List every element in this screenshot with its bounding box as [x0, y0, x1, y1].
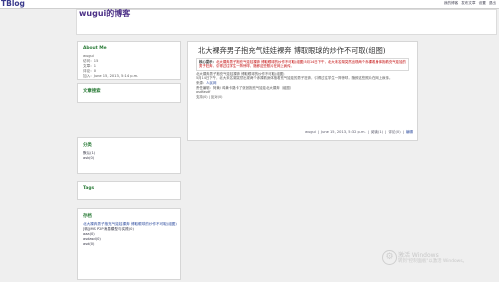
categories-title: 分类	[83, 143, 92, 148]
about-panel: About Me wugui 访问：15 文章：1 评论：0 加入：June 1…	[77, 41, 181, 80]
brand-logo[interactable]: TBlog	[1, 0, 25, 8]
content-line: 5月14日下午，北大未名湖突然出现两个赤裸着身体抱着充气娃娃的男子狂奔，引得过往…	[196, 76, 393, 81]
top-link-my-blog[interactable]: 我的博客	[444, 1, 458, 6]
excerpt-text: 北大裸奔男子抱充气娃娃裸奔 博取眼球的炒作不可取(组图)5月14日下午，北大未名…	[199, 60, 406, 69]
tags-panel: Tags	[77, 181, 181, 200]
post-card: 北大裸奔男子抱充气娃娃裸奔 博取眼球的炒作不可取(组图) 核心提示：北大裸奔男子…	[187, 41, 418, 141]
meta-sep: |	[385, 130, 387, 134]
source-label: 来源：	[196, 81, 207, 85]
post-title[interactable]: 北大裸奔男子抱充气娃娃裸奔 博取眼球的炒作不可取(组图)	[198, 47, 409, 55]
categories-panel: 分类 默认(1) ask(0)	[77, 137, 181, 174]
search-title: 文章搜索	[83, 89, 101, 94]
site-header: wugui的博客	[76, 9, 497, 35]
top-link-new-post[interactable]: 发布文章	[461, 1, 475, 6]
post-author[interactable]: wugui	[305, 130, 316, 135]
top-links: 我的博客 发布文章 设置 退出	[444, 1, 496, 6]
category-link[interactable]: ask(0)	[83, 156, 180, 161]
archives-list: 北大裸奔男子抱充气娃娃裸奔 博取眼球的炒作不可取(组图) [转]JMS P2P消…	[83, 222, 180, 247]
search-panel: 文章搜索	[77, 83, 181, 103]
post-edit-link[interactable]: 编辑	[406, 130, 413, 135]
archives-title: 存档	[83, 214, 92, 219]
windows-watermark: ⚙ 激活 Windows 转到"控制面板"以激活 Windows。	[382, 250, 487, 270]
meta-sep: |	[367, 130, 369, 134]
categories-list: 默认(1) ask(0)	[83, 151, 180, 161]
top-link-settings[interactable]: 设置	[479, 1, 486, 6]
post-comments[interactable]: 评论(0)	[388, 130, 400, 135]
meta-sep: |	[402, 130, 404, 134]
archives-panel: 存档 北大裸奔男子抱充气娃娃裸奔 博取眼球的炒作不可取(组图) [转]JMS P…	[77, 208, 181, 280]
about-joined: 加入：June 15, 2013, 5:14 p.m.	[83, 74, 139, 78]
post-date: June 15, 2013, 5:32 p.m.	[321, 130, 366, 134]
meta-sep: |	[317, 130, 320, 134]
vote-links[interactable]: 支持(0) | 反对(0)	[196, 95, 409, 100]
archive-link[interactable]: asd(0)	[83, 242, 180, 247]
top-bar: TBlog 我的博客 发布文章 设置 退出	[0, 0, 499, 9]
post-views: 阅读(1)	[370, 130, 384, 134]
about-body: wugui 访问：15 文章：1 评论：0 加入：June 15, 2013, …	[83, 54, 180, 79]
tags-title: Tags	[83, 186, 95, 191]
post-excerpt: 核心提示：北大裸奔男子抱充气娃娃裸奔 博取眼球的炒作不可取(组图)5月14日下午…	[196, 58, 409, 71]
watermark-subtitle: 转到"控制面板"以激活 Windows。	[398, 259, 467, 264]
top-link-logout[interactable]: 退出	[489, 1, 496, 6]
post-meta: wugui | June 15, 2013, 5:32 p.m. | 阅读(1) | …	[305, 130, 413, 135]
windows-activation-icon: ⚙	[382, 250, 397, 265]
post-content: 北大裸奔男子抱充气娃娃裸奔 博取眼球的炒作不可取(组图) 5月14日下午，北大未…	[196, 72, 409, 100]
source-link[interactable]: 人民网	[206, 81, 216, 85]
site-title[interactable]: wugui的博客	[79, 8, 130, 19]
about-title: About Me	[83, 46, 107, 51]
